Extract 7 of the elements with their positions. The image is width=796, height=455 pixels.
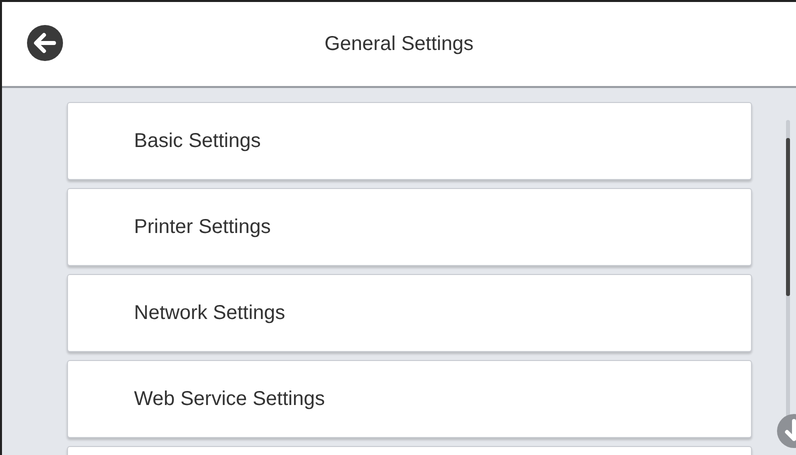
menu-item[interactable]: Basic Settings (67, 102, 752, 180)
back-button[interactable] (26, 24, 64, 62)
menu-item[interactable]: Printer Settings (67, 188, 752, 266)
menu-item[interactable]: Network Settings (67, 274, 752, 352)
menu-item[interactable]: Web Service Settings (67, 360, 752, 438)
screen-title: General Settings (324, 32, 474, 56)
scrollbar-thumb[interactable] (786, 138, 790, 296)
